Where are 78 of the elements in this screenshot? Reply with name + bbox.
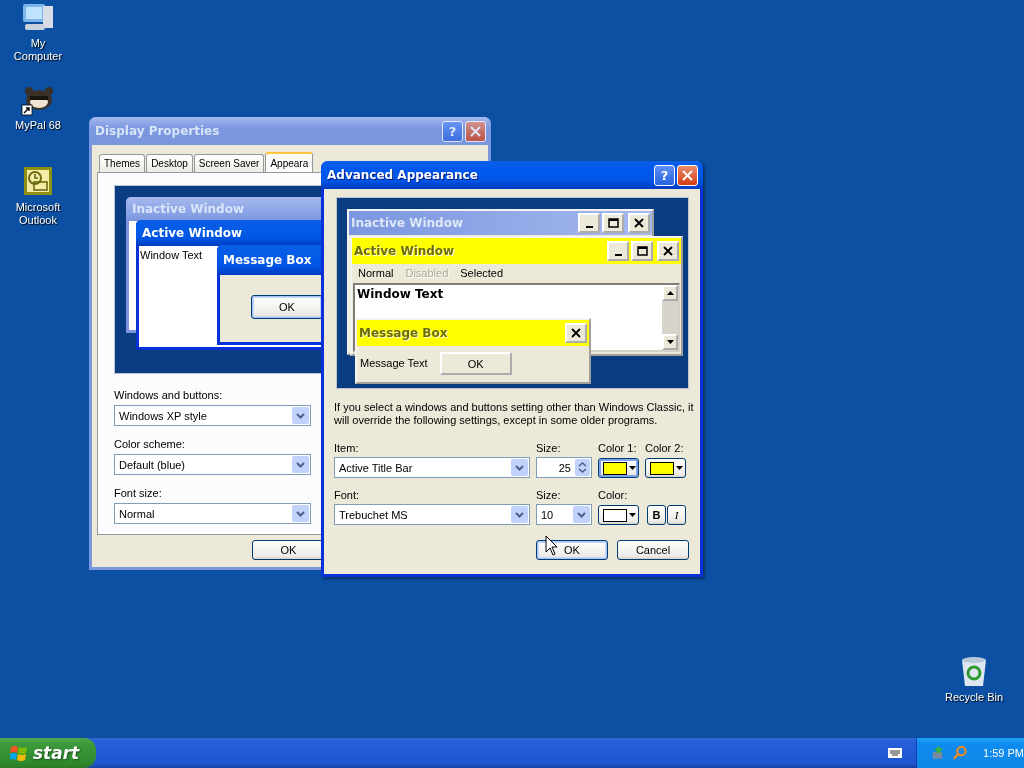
spinner-arrows-icon <box>575 459 590 476</box>
dropdown-arrow-icon <box>629 466 636 470</box>
note-text: If you select a windows and buttons setting other than Windows Classic, it will override the following settings, except in some older programs. <box>334 401 694 427</box>
desktop-icon-label[interactable]: My Computer <box>6 37 70 63</box>
maximize-button[interactable] <box>602 213 624 233</box>
window-title: Advanced Appearance <box>327 168 479 182</box>
window-text: Window Text <box>357 287 444 301</box>
dropdown[interactable]: Trebuchet MS <box>334 504 530 525</box>
field-label: Color 1: <box>598 442 638 455</box>
ok-button[interactable]: OK <box>439 352 512 375</box>
desktop-icon-label[interactable]: Microsoft Outlook <box>6 201 70 227</box>
dropdown-arrow-icon <box>629 513 636 517</box>
minimize-button[interactable] <box>607 241 629 261</box>
field-label: Color: <box>598 489 629 502</box>
close-icon <box>634 218 644 228</box>
clock[interactable]: 1:59 PM <box>983 747 1024 759</box>
window-text: Window Text <box>140 249 203 262</box>
ok-button[interactable]: OK <box>251 295 323 319</box>
window-title: Active Window <box>142 226 243 240</box>
close-icon <box>571 328 581 338</box>
field-label: Color scheme: <box>114 438 185 451</box>
spin-field[interactable]: 25 <box>536 457 592 478</box>
mouse-cursor-icon <box>545 535 559 557</box>
tab[interactable]: Appeara <box>265 152 314 172</box>
scroll-down-icon <box>666 340 674 344</box>
close-icon <box>470 125 481 137</box>
maximize-button[interactable] <box>631 241 653 261</box>
maximize-icon <box>636 246 648 256</box>
scroll-up-icon <box>666 291 674 295</box>
close-button[interactable] <box>628 213 650 233</box>
field-label: Font: <box>334 489 361 502</box>
desktop-icon-label[interactable]: Recycle Bin <box>944 691 1004 704</box>
desktop-icon-label[interactable]: MyPal 68 <box>15 119 61 132</box>
tab[interactable]: Screen Saver <box>193 154 265 172</box>
dropdown[interactable]: Windows XP style <box>114 405 311 426</box>
field-label: Size: <box>536 442 562 455</box>
window-title: Display Properties <box>95 124 221 138</box>
field-label: Windows and buttons: <box>114 389 223 402</box>
close-icon <box>682 169 693 181</box>
color-picker-button[interactable] <box>645 458 686 478</box>
minimize-icon <box>614 254 622 256</box>
maximize-icon <box>607 218 619 228</box>
field-label: Item: <box>334 442 360 455</box>
dropdown[interactable]: Normal <box>114 503 311 524</box>
close-button[interactable] <box>565 323 587 343</box>
window-title: Message Box <box>223 253 312 267</box>
color-picker-button[interactable] <box>598 505 639 525</box>
color-picker-button[interactable] <box>598 458 639 478</box>
windows-flag-icon <box>10 744 28 762</box>
dropdown[interactable]: Default (blue) <box>114 454 311 475</box>
keyboard-icon[interactable] <box>888 748 902 758</box>
scrollbar[interactable] <box>662 285 678 350</box>
close-icon <box>663 246 673 256</box>
tab[interactable]: Themes <box>99 154 146 172</box>
dropdown[interactable]: 10 <box>536 504 592 525</box>
window-title: Active Window <box>354 244 455 258</box>
field-label: Color 2: <box>645 442 685 455</box>
bold-button[interactable]: B <box>647 505 666 525</box>
message-text: Message Text <box>360 357 428 370</box>
close-button[interactable] <box>657 241 679 261</box>
cancel-button[interactable]: Cancel <box>617 540 689 560</box>
window-title: Inactive Window <box>351 216 465 230</box>
field-label: Size: <box>536 489 562 502</box>
dropdown[interactable]: Active Title Bar <box>334 457 530 478</box>
recycle-bin-icon <box>959 656 989 688</box>
window-title: Inactive Window <box>132 202 245 216</box>
help-button[interactable]: ? <box>654 164 675 186</box>
ok-button[interactable]: OK <box>536 540 608 560</box>
dropdown-arrow-icon <box>676 466 683 470</box>
menu-item[interactable]: Selected <box>460 267 504 279</box>
minimize-icon <box>585 226 593 228</box>
minimize-button[interactable] <box>578 213 600 233</box>
field-label: Font size: <box>114 487 162 500</box>
italic-button[interactable]: I <box>667 505 686 525</box>
window-title: Message Box <box>359 326 448 340</box>
start-button[interactable]: start <box>0 738 96 768</box>
tab[interactable]: Desktop <box>146 154 193 172</box>
menu-item[interactable]: Normal <box>358 267 394 279</box>
